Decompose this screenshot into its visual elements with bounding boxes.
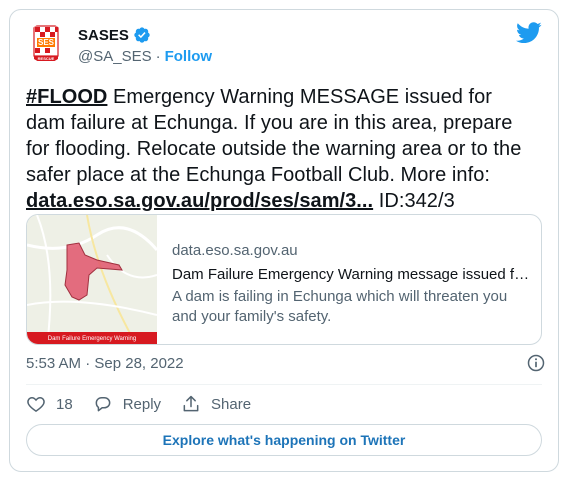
share-label: Share — [211, 395, 252, 413]
action-bar: 18 Reply Share — [26, 394, 271, 414]
share-icon — [183, 395, 199, 412]
author-name-row[interactable]: SASES — [78, 26, 151, 44]
map-banner-label: Dam Failure Emergency Warning — [27, 332, 157, 344]
link-title: Dam Failure Emergency Warning message is… — [172, 266, 532, 283]
heart-icon — [27, 396, 45, 412]
reply-label: Reply — [122, 395, 162, 413]
handle[interactable]: @SA_SES — [78, 48, 152, 65]
link-preview-body: data.eso.sa.gov.au Dam Failure Emergency… — [172, 241, 532, 327]
reply-button[interactable]: Reply — [93, 394, 161, 414]
explore-twitter-button[interactable]: Explore what's happening on Twitter — [26, 424, 542, 456]
link-preview-card[interactable]: Dam Failure Emergency Warning data.eso.s… — [26, 214, 542, 345]
share-button[interactable]: Share — [181, 394, 251, 414]
tweet-timestamp[interactable]: 5:53 AM · Sep 28, 2022 — [26, 355, 184, 372]
link-preview-map-thumbnail: Dam Failure Emergency Warning — [27, 215, 159, 344]
reply-icon — [95, 397, 111, 412]
display-name[interactable]: SASES — [78, 27, 129, 44]
info-icon[interactable] — [526, 353, 546, 373]
like-count: 18 — [56, 395, 73, 413]
tweet-url-link[interactable]: data.eso.sa.gov.au/prod/ses/sam/3... — [26, 190, 373, 212]
hashtag-link[interactable]: #FLOOD — [26, 86, 107, 108]
avatar-text: SES — [37, 38, 54, 47]
twitter-bird-icon[interactable] — [516, 22, 542, 44]
divider — [26, 384, 542, 385]
follow-button[interactable]: Follow — [165, 48, 213, 65]
link-domain: data.eso.sa.gov.au — [172, 242, 298, 259]
like-button[interactable]: 18 — [26, 394, 73, 414]
tweet-id-suffix: ID:342/3 — [373, 190, 455, 212]
link-description: A dam is failing in Echunga which will t… — [172, 288, 508, 325]
handle-row: @SA_SES · Follow — [78, 48, 212, 65]
separator: · — [155, 48, 161, 65]
verified-badge-icon — [134, 27, 150, 43]
avatar-subtext: RESCUE — [37, 56, 55, 61]
tweet-text: #FLOOD Emergency Warning MESSAGE issued … — [26, 84, 526, 214]
map-image — [27, 215, 159, 344]
